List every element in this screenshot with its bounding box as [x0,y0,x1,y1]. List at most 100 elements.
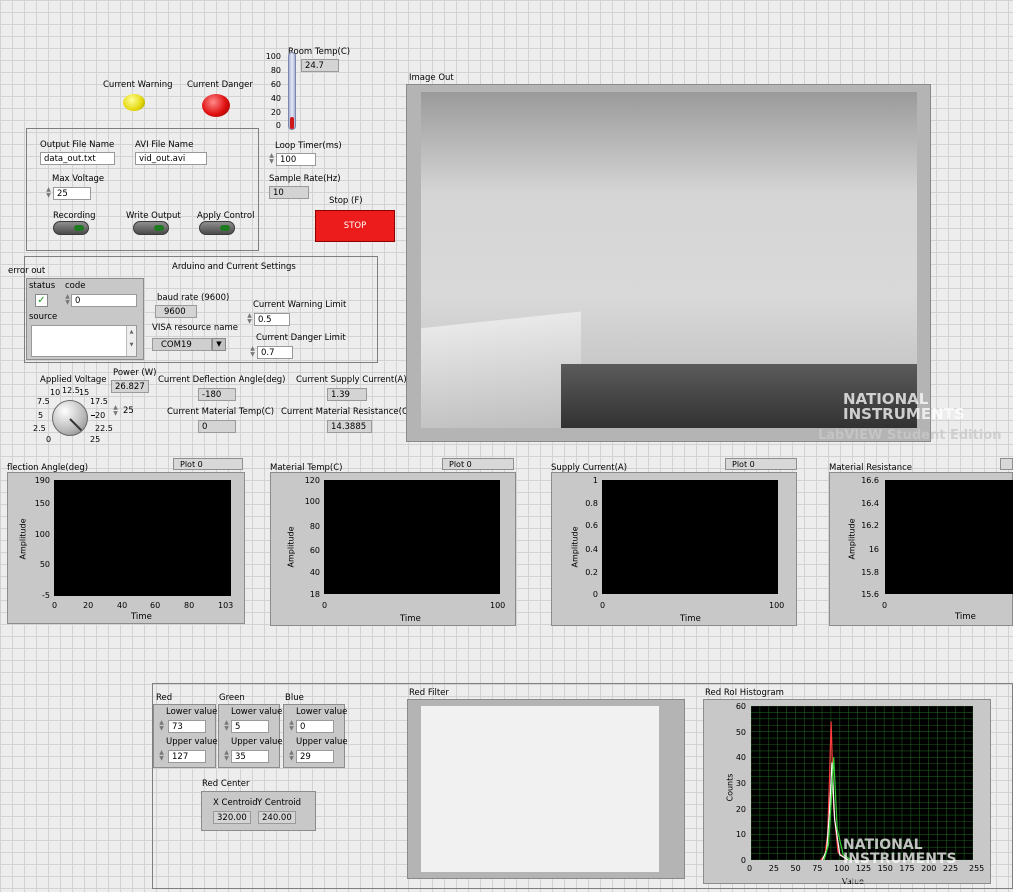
dial-tick: 0 [46,435,52,444]
green-lower-spinner[interactable]: ▲ ▼ [223,720,230,733]
output-file-input[interactable]: data_out.txt [40,152,115,165]
y-tick: -5 [42,591,50,600]
scale-tick: 100 [265,52,281,61]
arduino-title: Arduino and Current Settings [172,262,296,272]
dial-tick: 17.5 [90,397,108,406]
red-lower-spinner[interactable]: ▲ ▼ [158,720,165,733]
chart-mattemp-legend[interactable]: Plot 0 [442,458,514,470]
applied-voltage-input[interactable]: 25 [120,405,150,418]
green-upper-spinner[interactable]: ▲ ▼ [223,750,230,763]
watermark-histogram-sub: LabVIEW Student Edition [818,872,988,886]
applied-voltage-spinner[interactable]: ▲ ▼ [112,405,119,418]
output-file-label: Output File Name [40,140,115,150]
avi-file-label: AVI File Name [135,140,194,150]
y-tick: 190 [34,476,50,485]
x-tick: 80 [184,601,195,610]
danger-limit-spinner[interactable]: ▲ ▼ [249,346,256,359]
x-tick: 25 [768,864,779,873]
dial-tick: 7.5 [37,397,50,406]
warning-limit-input[interactable]: 0.5 [254,313,290,326]
green-label: Green [219,693,245,703]
baud-rate-value[interactable]: 9600 [155,305,197,318]
scale-tick: 40 [270,94,281,103]
max-voltage-spinner[interactable]: ▲ ▼ [45,187,52,200]
red-filter-label: Red Filter [409,688,449,698]
warning-limit-spinner[interactable]: ▲ ▼ [246,313,253,326]
write-output-button[interactable] [133,221,169,235]
y-tick: 0 [740,856,746,865]
source-scrollbar[interactable]: ▲ ▼ [126,326,136,356]
sample-rate-label: Sample Rate(Hz) [269,174,341,184]
danger-limit-input[interactable]: 0.7 [257,346,293,359]
current-warning-label: Current Warning [103,80,173,90]
red-upper-input[interactable]: 127 [168,750,206,763]
green-lower-input[interactable]: 5 [231,720,269,733]
power-label: Power (W) [113,368,157,378]
y-tick: 16.4 [861,499,879,508]
x-tick: 0 [747,864,753,873]
deflection-angle-label: Current Deflection Angle(deg) [158,375,286,385]
chart-supply-legend[interactable]: Plot 0 [725,458,797,470]
voltage-dial[interactable] [52,400,88,436]
visa-resource-select[interactable]: COM19 [152,338,212,351]
y-tick: 50 [735,727,746,737]
current-warning-led [123,94,145,111]
status-check-icon: ✓ [35,294,48,307]
apply-control-button[interactable] [199,221,235,235]
baud-rate-label: baud rate (9600) [157,293,230,303]
x-tick: 40 [117,601,128,610]
red-lower-input[interactable]: 73 [168,720,206,733]
x-tick: 0 [600,601,606,610]
dial-tick: 5 [38,411,44,420]
chart-mattemp-ylabel: Amplitude [286,526,296,568]
red-upper-spinner[interactable]: ▲ ▼ [158,750,165,763]
blue-lower-input[interactable]: 0 [296,720,334,733]
y-tick: 16.6 [861,476,879,485]
loop-timer-spinner[interactable]: ▲ ▼ [268,153,275,166]
dial-tick: 20 [95,411,106,420]
chart-deflection-legend[interactable]: Plot 0 [173,458,243,470]
x-tick: 100 [490,601,506,610]
recording-button[interactable] [53,221,89,235]
code-spinner[interactable]: ▲ ▼ [64,294,71,307]
green-upper-label: Upper value [231,737,283,747]
source-textbox[interactable]: ▲ ▼ [31,325,137,357]
y-tick: 18 [309,590,320,599]
code-value[interactable]: 0 [71,294,137,307]
chart-resistance-xlabel: Time [955,612,976,622]
red-lower-label: Lower value [166,707,218,717]
y-tick: 20 [735,804,746,814]
wm-line2: INSTRUMENTS [843,405,965,423]
max-voltage-input[interactable]: 25 [53,187,91,200]
y-tick: 0.6 [585,521,598,530]
room-temp-label: Room Temp(C) [288,47,351,57]
max-voltage-label: Max Voltage [52,174,105,184]
loop-timer-label: Loop Timer(ms) [275,141,342,151]
y-tick: 120 [304,476,320,485]
dial-minus-tick [91,415,95,416]
stop-button[interactable]: STOP [315,210,395,242]
y-tick: 150 [34,499,50,508]
scale-tick: 80 [270,66,281,75]
warning-limit-label: Current Warning Limit [253,300,347,310]
green-upper-input[interactable]: 35 [231,750,269,763]
x-tick: 0 [882,601,888,610]
avi-file-input[interactable]: vid_out.avi [135,152,207,165]
loop-timer-input[interactable]: 100 [276,153,316,166]
y-tick: 10 [735,830,746,840]
chart-mattemp-xlabel: Time [400,614,421,624]
chart-resistance-legend-stub[interactable] [1000,458,1013,470]
green-lower-label: Lower value [231,707,283,717]
material-temp-value: 0 [198,420,236,433]
y-tick: 15.6 [861,590,879,599]
camera-surface [421,311,581,428]
x-tick: 0 [52,601,58,610]
camera-image [421,92,917,428]
blue-lower-spinner[interactable]: ▲ ▼ [288,720,295,733]
blue-upper-spinner[interactable]: ▲ ▼ [288,750,295,763]
current-danger-led [202,94,230,117]
blue-upper-input[interactable]: 29 [296,750,334,763]
sample-rate-value: 10 [269,186,309,199]
visa-dropdown-icon[interactable]: ▼ [212,338,226,351]
red-cluster: Lower value ▲ ▼ 73 Upper value ▲ ▼ 127 [153,704,218,768]
